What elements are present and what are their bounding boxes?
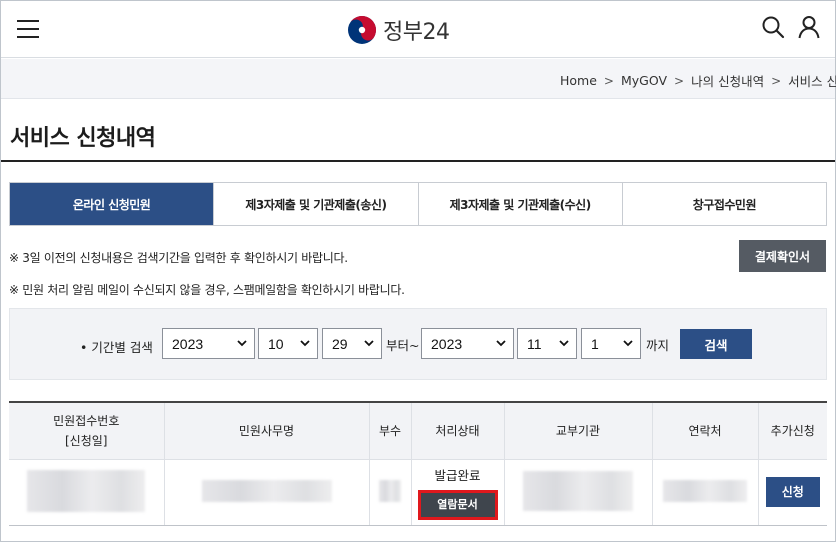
chevron-down-icon [559, 340, 569, 347]
page-title: 서비스 신청내역 [10, 126, 156, 151]
table-header-row: 민원접수번호 [신청일] 민원사무명 부수 처리상태 교부기관 연락처 추가신청 [9, 401, 827, 460]
breadcrumb-service-applications[interactable]: 서비스 신청내역 [788, 71, 836, 90]
notice-search-period: ※ 3일 이전의 신청내용은 검색기간을 입력한 후 확인하시기 바랍니다. [9, 251, 348, 265]
chevron-down-icon [300, 340, 310, 347]
from-month-select[interactable]: 10 [258, 328, 318, 359]
breadcrumb-home[interactable]: Home [560, 73, 597, 88]
search-icon[interactable] [761, 15, 785, 39]
site-logo[interactable]: 정부24 [347, 13, 450, 47]
logo-text: 정부24 [383, 20, 450, 45]
period-search-label: • 기간별 검색 [80, 340, 153, 355]
applications-table: 민원접수번호 [신청일] 민원사무명 부수 처리상태 교부기관 연락처 추가신청… [9, 401, 827, 526]
tab-online-applications[interactable]: 온라인 신청민원 [10, 183, 214, 225]
col-receipt-number: 민원접수번호 [신청일] [9, 401, 164, 460]
title-divider [1, 160, 835, 162]
apply-button[interactable]: 신청 [765, 477, 820, 507]
chevron-right-icon: > [771, 73, 782, 88]
taegeuk-logo-icon [348, 16, 376, 44]
from-joiner: 부터~ [386, 338, 420, 353]
redacted-receipt-number [9, 459, 164, 526]
table-row: 발급완료 열람문서 신청 [9, 459, 827, 526]
to-year-select[interactable]: 2023 [421, 328, 514, 359]
redacted-affair-name [163, 459, 369, 526]
col-status: 처리상태 [410, 401, 504, 460]
status-cell: 발급완료 열람문서 [410, 459, 504, 526]
payment-confirmation-button[interactable]: 결제확인서 [739, 240, 826, 272]
from-day-select[interactable]: 29 [322, 328, 382, 359]
redacted-copies [368, 459, 411, 526]
redacted-contact [651, 459, 758, 526]
tab-third-party-received[interactable]: 제3자제출 및 기관제출(수신) [417, 183, 622, 225]
chevron-down-icon [496, 340, 506, 347]
to-month-select[interactable]: 11 [517, 328, 577, 359]
col-affair-name: 민원사무명 [163, 401, 369, 460]
chevron-down-icon [237, 340, 247, 347]
breadcrumb-bar: Home > MyGOV > 나의 신청내역 > 서비스 신청내역 [1, 59, 836, 99]
apply-cell: 신청 [757, 459, 827, 526]
tab-bar: 온라인 신청민원 제3자제출 및 기관제출(송신) 제3자제출 및 기관제출(수… [9, 182, 827, 226]
tab-counter-applications[interactable]: 창구접수민원 [621, 183, 826, 225]
breadcrumb: Home > MyGOV > 나의 신청내역 > 서비스 신청내역 [560, 71, 836, 90]
chevron-down-icon [364, 340, 374, 347]
col-extra-apply: 추가신청 [757, 401, 827, 460]
col-issuing-agency: 교부기관 [503, 401, 652, 460]
from-year-select[interactable]: 2023 [162, 328, 255, 359]
tab-third-party-sent[interactable]: 제3자제출 및 기관제출(송신) [213, 183, 418, 225]
header-actions [761, 15, 821, 39]
chevron-right-icon: > [603, 73, 614, 88]
breadcrumb-mygov[interactable]: MyGOV [621, 73, 667, 88]
breadcrumb-my-applications[interactable]: 나의 신청내역 [691, 71, 764, 90]
to-joiner: 까지 [646, 338, 670, 353]
redacted-issuing-agency [503, 459, 652, 526]
notice-spam-mail: ※ 민원 처리 알림 메일이 수신되지 않을 경우, 스팸메일함을 확인하시기 … [9, 283, 405, 297]
to-day-select[interactable]: 1 [581, 328, 641, 359]
col-contact: 연락처 [651, 401, 758, 460]
view-document-button[interactable]: 열람문서 [417, 489, 498, 520]
period-search-panel: • 기간별 검색 2023 10 29 부터~ 2023 11 1 까지 검색 [9, 308, 827, 380]
status-text: 발급완료 [434, 467, 481, 483]
search-button[interactable]: 검색 [680, 329, 752, 359]
menu-icon[interactable] [17, 20, 39, 38]
chevron-down-icon [623, 340, 633, 347]
col-copies: 부수 [368, 401, 411, 460]
chevron-right-icon: > [674, 73, 685, 88]
top-header: 정부24 [1, 1, 835, 58]
user-icon[interactable] [797, 15, 821, 39]
